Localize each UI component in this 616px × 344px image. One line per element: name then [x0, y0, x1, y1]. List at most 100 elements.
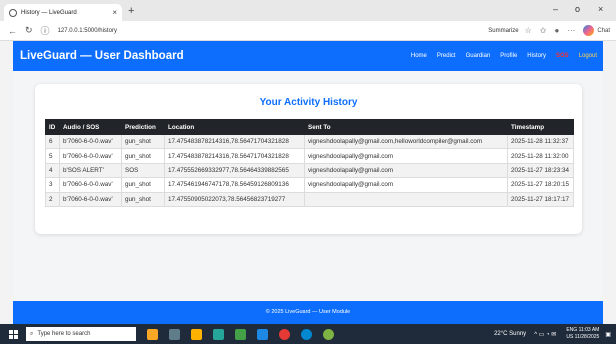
cell-timestamp: 2025-11-27 18:20:15 — [507, 177, 574, 193]
column-header-id: ID — [45, 119, 60, 135]
cell-sent-to: vigneshdoolapally@gmail.com — [304, 148, 508, 164]
widgets-icon[interactable] — [147, 328, 158, 340]
nav-profile[interactable]: Profile — [500, 53, 517, 59]
table-row: 4 b'SOS ALERT' SOS 17.475552669332977,78… — [45, 162, 574, 179]
cell-audio: b'7060-6-0-0.wav' — [59, 191, 122, 207]
column-header-sent-to: Sent To — [304, 119, 508, 135]
cell-prediction: SOS — [121, 162, 165, 179]
app-icon[interactable] — [213, 328, 224, 340]
table-row: 3 b'7060-6-0-0.wav' gun_shot 17.47546194… — [45, 177, 574, 193]
windows-start-icon[interactable] — [9, 329, 18, 339]
lang-code: ENG — [566, 327, 578, 333]
chrome-icon[interactable] — [279, 328, 290, 340]
app-icon[interactable] — [323, 328, 334, 340]
cell-timestamp: 2025-11-27 18:17:17 — [507, 191, 574, 207]
cell-location: 17.475552669332977,78.56464339882565 — [164, 162, 305, 179]
cell-id: 2 — [45, 191, 60, 207]
cell-location: 17.47550905022073,78.56456823719277 — [164, 191, 305, 207]
nav-sos[interactable]: SOS — [556, 53, 569, 59]
table-row: 6 b'7060-6-0-0.wav' gun_shot 17.47548387… — [45, 133, 574, 150]
cell-audio: b'7060-6-0-0.wav' — [59, 177, 122, 193]
cell-prediction: gun_shot — [121, 148, 165, 164]
clock[interactable]: ENG 11:03 AM US 11/28/2025 — [566, 327, 599, 341]
favorites-icon[interactable]: ✩ — [540, 26, 547, 35]
cell-audio: b'7060-6-0-0.wav' — [59, 133, 122, 150]
globe-icon — [9, 8, 17, 17]
windows-taskbar: ⌕ Type here to search 22°C Sunny ^ ▭ ◔ ✉… — [0, 324, 616, 344]
date-text: 11/28/2025 — [574, 334, 600, 340]
tab-title: History — LiveGuard — [21, 9, 77, 16]
column-header-location: Location — [164, 119, 305, 135]
restore-button[interactable]: o — [575, 4, 580, 14]
browser-tab[interactable]: History — LiveGuard × — [4, 4, 122, 21]
minimize-button[interactable]: – — [553, 4, 558, 14]
cell-sent-to: vigneshdoolapally@gmail.com — [304, 177, 508, 193]
nav-guardian[interactable]: Guardian — [466, 53, 491, 59]
cell-id: 6 — [45, 133, 60, 150]
cell-id: 5 — [45, 148, 60, 164]
system-tray: 22°C Sunny ^ ▭ ◔ ✉ ENG 11:03 AM US 11/28… — [494, 327, 611, 341]
page-content: Your Activity History ID Audio / SOS Pre… — [13, 71, 603, 301]
column-header-audio: Audio / SOS — [59, 119, 122, 135]
column-header-prediction: Prediction — [121, 119, 165, 135]
cell-prediction: gun_shot — [121, 177, 165, 193]
cell-timestamp: 2025-11-27 18:23:34 — [507, 162, 574, 179]
cell-location: 17.475483878214316,78.56471704321828 — [164, 148, 305, 164]
search-icon: ⌕ — [30, 330, 34, 337]
app-header: LiveGuard — User Dashboard Home Predict … — [13, 41, 603, 71]
cell-sent-to: vigneshdoolapally@gmail.com — [304, 162, 508, 179]
cell-sent-to: vigneshdoolapally@gmail.com,helloworldco… — [304, 133, 508, 150]
close-tab-icon[interactable]: × — [112, 8, 117, 17]
star-icon[interactable]: ☆ — [525, 26, 532, 35]
taskbar-search-input[interactable]: ⌕ Type here to search — [26, 327, 136, 341]
table-header-row: ID Audio / SOS Prediction Location Sent … — [45, 119, 574, 135]
new-tab-button[interactable]: + — [128, 5, 134, 17]
back-arrow-icon[interactable]: ← — [8, 26, 17, 36]
brand-title: LiveGuard — User Dashboard — [20, 50, 184, 62]
cell-id: 3 — [45, 177, 60, 193]
cell-prediction: gun_shot — [121, 133, 165, 150]
nav-logout[interactable]: Logout — [579, 53, 597, 59]
address-bar: ← ↻ ⓘ 127.0.0.1:5000/history Summarize ☆… — [0, 21, 616, 41]
cell-timestamp: 2025-11-28 11:32:37 — [507, 133, 574, 150]
nav-history[interactable]: History — [527, 53, 546, 59]
copilot-icon[interactable] — [583, 25, 595, 36]
table-row: 2 b'7060-6-0-0.wav' gun_shot 17.47550905… — [45, 191, 574, 207]
vscode-icon[interactable] — [257, 328, 268, 340]
nav-predict[interactable]: Predict — [437, 53, 456, 59]
cell-location: 17.475483878214316,78.56471704321828 — [164, 133, 305, 150]
table-row: 5 b'7060-6-0-0.wav' gun_shot 17.47548387… — [45, 148, 574, 164]
cell-audio: b'SOS ALERT' — [59, 162, 122, 179]
notification-icon[interactable]: ▣ — [605, 331, 611, 338]
close-window-button[interactable]: × — [598, 4, 603, 14]
cell-id: 4 — [45, 162, 60, 179]
cell-prediction: gun_shot — [121, 191, 165, 207]
tray-icons[interactable]: ^ ▭ ◔ ✉ — [534, 331, 556, 338]
chat-button[interactable]: Chat — [597, 28, 610, 34]
history-table: ID Audio / SOS Prediction Location Sent … — [45, 119, 574, 207]
summarize-button[interactable]: Summarize — [488, 28, 518, 34]
profile-icon[interactable]: ● — [554, 26, 559, 35]
search-placeholder: Type here to search — [37, 331, 91, 337]
cell-timestamp: 2025-11-28 11:32:00 — [507, 148, 574, 164]
cell-location: 17.475461946747178,78.56459126809136 — [164, 177, 305, 193]
column-header-timestamp: Timestamp — [507, 119, 574, 135]
lang-region: US — [566, 334, 574, 340]
url-field[interactable]: 127.0.0.1:5000/history — [58, 28, 117, 34]
task-view-icon[interactable] — [169, 328, 180, 340]
nav-home[interactable]: Home — [411, 53, 427, 59]
page-title: Your Activity History — [259, 97, 358, 108]
refresh-icon[interactable]: ↻ — [25, 25, 33, 36]
browser-tab-bar: History — LiveGuard × + – o × — [0, 0, 616, 21]
history-card: Your Activity History ID Audio / SOS Pre… — [35, 84, 582, 234]
main-nav: Home Predict Guardian Profile History SO… — [401, 53, 597, 59]
edge-icon[interactable] — [301, 328, 312, 340]
cell-audio: b'7060-6-0-0.wav' — [59, 148, 122, 164]
app-icon[interactable] — [235, 328, 246, 340]
more-icon[interactable]: ··· — [567, 26, 575, 35]
weather-widget[interactable]: 22°C Sunny — [494, 331, 526, 337]
cell-sent-to — [304, 191, 508, 207]
time-text: 11:03 AM — [578, 327, 600, 333]
search-app-icon[interactable] — [191, 328, 202, 340]
info-icon[interactable]: ⓘ — [41, 24, 50, 37]
